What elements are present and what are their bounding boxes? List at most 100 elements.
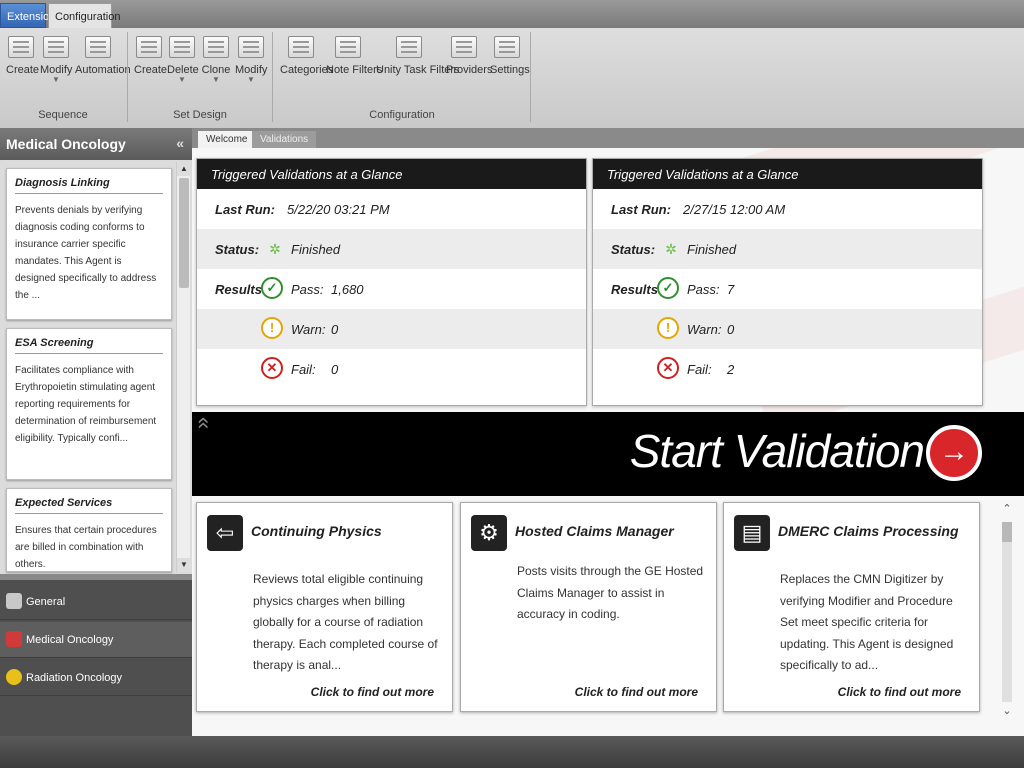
set-modify-button[interactable]: Modify ▼ xyxy=(235,34,267,100)
medical-oncology-icon xyxy=(6,631,22,647)
category-list: General Medical Oncology Radiation Oncol… xyxy=(0,580,192,736)
summary-row-last-run: Last Run: 2/27/15 12:00 AM xyxy=(593,189,982,229)
sequence-create-button[interactable]: Create xyxy=(6,34,39,100)
scroll-up-icon[interactable]: ▲ xyxy=(177,162,191,176)
tab-welcome[interactable]: Welcome xyxy=(198,131,256,148)
agent-card-description: Facilitates compliance with Erythropoiet… xyxy=(15,365,157,444)
last-run-label: Last Run: xyxy=(215,202,275,217)
agent-card-title: ESA Screening xyxy=(15,337,163,354)
status-bar xyxy=(0,736,1024,768)
pass-label: Pass: xyxy=(291,282,324,297)
agent-card[interactable]: Diagnosis Linking Prevents denials by ve… xyxy=(6,168,172,320)
note-filters-button[interactable]: Note Filters xyxy=(326,34,382,100)
agent-card[interactable]: Expected Services Ensures that certain p… xyxy=(6,488,172,572)
start-validation-band[interactable]: » Start Validation → xyxy=(192,412,1024,496)
fail-icon: ✕ xyxy=(261,357,283,379)
find-out-more-link[interactable]: Click to find out more xyxy=(311,685,434,699)
create-icon xyxy=(8,36,34,58)
warning-icon: ! xyxy=(261,317,283,339)
summary-row-last-run: Last Run: 5/22/20 03:21 PM xyxy=(197,189,586,229)
scrollbar-track[interactable] xyxy=(1002,522,1012,702)
set-clone-button[interactable]: Clone ▼ xyxy=(201,34,231,100)
chevron-down-icon: ▼ xyxy=(212,75,220,84)
agent-card-title: Diagnosis Linking xyxy=(15,177,163,194)
categories-button[interactable]: Categories xyxy=(280,34,333,100)
agent-tile-description: Reviews total eligible continuing physic… xyxy=(253,572,438,672)
summary-row-status: Status: ✲ Finished xyxy=(593,229,982,269)
left-panel-header: Medical Oncology « xyxy=(0,128,192,160)
providers-icon xyxy=(451,36,477,58)
tab-extension[interactable]: Extension xyxy=(0,3,55,28)
group-divider xyxy=(272,32,273,122)
fail-count: 2 xyxy=(727,362,735,377)
set-create-button[interactable]: Create xyxy=(134,34,167,100)
tab-configuration[interactable]: Configuration xyxy=(48,3,120,28)
status-value: Finished xyxy=(291,242,341,257)
summary-row-status: Status: ✲ Finished xyxy=(197,229,586,269)
scroll-down-icon[interactable]: ▼ xyxy=(177,558,191,572)
collapse-icon[interactable]: « xyxy=(176,135,184,151)
double-chevron-up-icon[interactable]: » xyxy=(192,417,214,429)
group-divider xyxy=(530,32,531,122)
chevron-down-icon: ▼ xyxy=(178,75,186,84)
warning-icon: ! xyxy=(657,317,679,339)
arrow-back-icon: ⇦ xyxy=(207,515,243,551)
modify-icon xyxy=(43,36,69,58)
gear-icon: ⚙ xyxy=(471,515,507,551)
last-run-value: 2/27/15 12:00 AM xyxy=(683,202,786,217)
find-out-more-link[interactable]: Click to find out more xyxy=(838,685,961,699)
main-tab-bar: Welcome Validations xyxy=(192,128,1024,148)
providers-button[interactable]: Providers xyxy=(446,34,492,100)
tiles-scrollbar[interactable]: ⌃ ⌄ xyxy=(996,502,1018,724)
settings-button[interactable]: Settings xyxy=(490,34,530,100)
ribbon-tab-bar: Extension Configuration xyxy=(0,0,1024,28)
scrollbar-thumb[interactable] xyxy=(179,178,189,288)
left-scrollbar[interactable]: ▲ ▼ xyxy=(176,162,191,572)
warn-label: Warn: xyxy=(291,322,326,337)
category-item-medical-oncology[interactable]: Medical Oncology xyxy=(0,622,192,658)
warn-count: 0 xyxy=(331,322,339,337)
agent-tile-hosted-claims-manager[interactable]: ⚙ Hosted Claims Manager Posts visits thr… xyxy=(460,502,717,712)
group-label-set-design: Set Design xyxy=(173,109,227,121)
automation-button[interactable]: Automation xyxy=(75,34,131,100)
task-filter-icon xyxy=(396,36,422,58)
settings-icon xyxy=(494,36,520,58)
double-chevron-down-icon[interactable]: ⌄ xyxy=(1000,704,1014,717)
agent-tile-title: Continuing Physics xyxy=(251,523,382,539)
welcome-content: Triggered Validations at a Glance Last R… xyxy=(192,148,1024,736)
pass-label: Pass: xyxy=(687,282,720,297)
find-out-more-link[interactable]: Click to find out more xyxy=(575,685,698,699)
unity-task-filters-button[interactable]: Unity Task Filters xyxy=(376,34,460,100)
validation-summary-card: Triggered Validations at a Glance Last R… xyxy=(196,158,587,406)
tab-validations[interactable]: Validations xyxy=(252,131,317,148)
category-item-radiation-oncology[interactable]: Radiation Oncology xyxy=(0,660,192,696)
group-label-configuration: Configuration xyxy=(369,109,435,121)
warn-count: 0 xyxy=(727,322,735,337)
agent-card[interactable]: ESA Screening Facilitates compliance wit… xyxy=(6,328,172,480)
double-chevron-up-icon[interactable]: ⌃ xyxy=(1000,502,1014,515)
pass-count: 7 xyxy=(727,282,735,297)
category-label: Medical Oncology xyxy=(26,634,114,646)
category-item-general[interactable]: General xyxy=(0,584,192,620)
set-delete-button[interactable]: Delete ▼ xyxy=(167,34,199,100)
agent-tile-continuing-physics[interactable]: ⇦ Continuing Physics Reviews total eligi… xyxy=(196,502,453,712)
arrow-right-circle-icon[interactable]: → xyxy=(926,425,982,481)
check-icon: ✓ xyxy=(261,277,283,299)
radiation-icon xyxy=(6,669,22,685)
last-run-label: Last Run: xyxy=(611,202,671,217)
category-label: General xyxy=(26,596,66,608)
start-validation-label[interactable]: Start Validation xyxy=(630,424,925,478)
agent-tile-description: Replaces the CMN Digitizer by verifying … xyxy=(780,572,954,672)
agent-tile-dmerc-claims-processing[interactable]: ▤ DMERC Claims Processing Replaces the C… xyxy=(723,502,980,712)
results-label: Results: xyxy=(611,282,663,297)
fail-label: Fail: xyxy=(291,362,316,377)
delete-icon xyxy=(169,36,195,58)
summary-row-warn: ! Warn: 0 xyxy=(197,309,586,349)
status-value: Finished xyxy=(687,242,737,257)
main-area: Welcome Validations Triggered Validation… xyxy=(192,128,1024,736)
scrollbar-thumb[interactable] xyxy=(1002,522,1012,542)
check-icon: ✓ xyxy=(657,277,679,299)
chevron-down-icon: ▼ xyxy=(247,75,255,84)
sequence-modify-button[interactable]: Modify ▼ xyxy=(40,34,72,100)
status-label: Status: xyxy=(611,242,656,257)
